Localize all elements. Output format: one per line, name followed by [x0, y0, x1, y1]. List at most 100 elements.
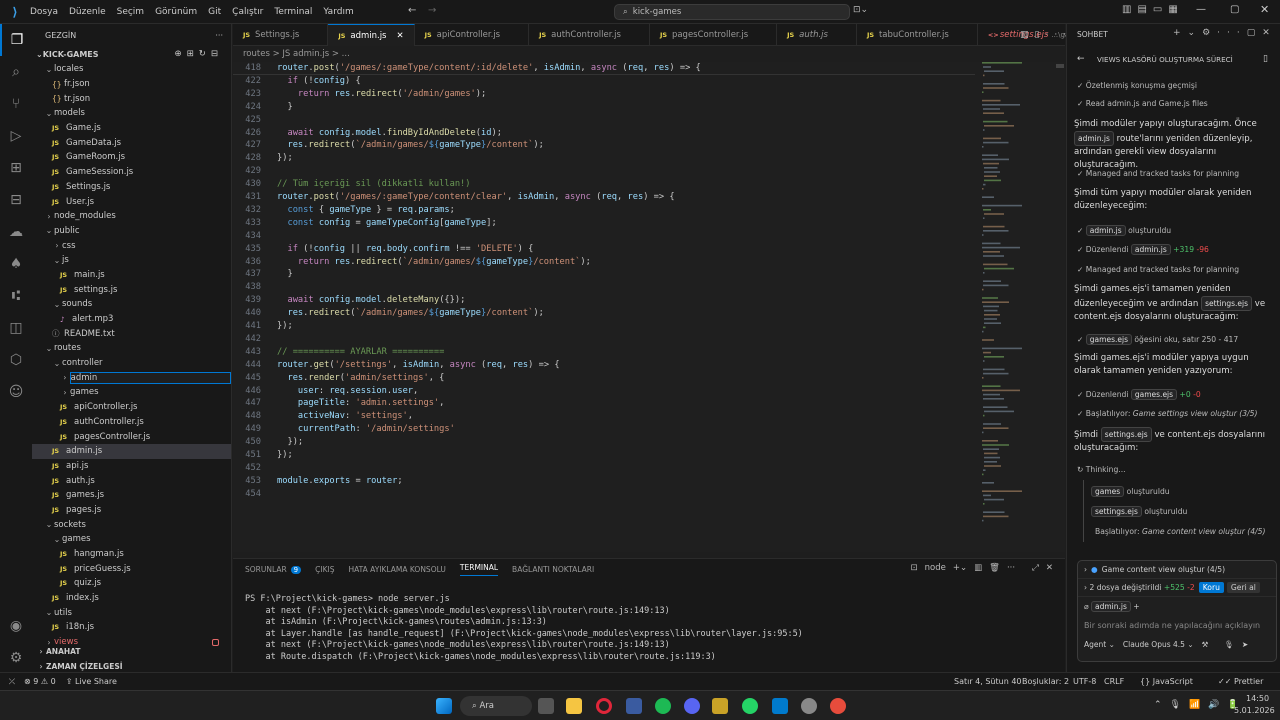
tree-item[interactable]: JS priceGuess.js [32, 561, 231, 576]
tree-item[interactable]: ⌄ js [32, 253, 231, 268]
chat-header-actions[interactable]: +⌄⚙···▢✕ [1173, 28, 1277, 38]
panel-tab-1[interactable]: ÇIKIŞ [315, 565, 334, 574]
tree-item[interactable]: ⌄ routes [32, 341, 231, 356]
model-select[interactable]: Claude Opus 4.5 ⌄ [1123, 640, 1194, 649]
menu-item-6[interactable]: Terminal [274, 7, 312, 17]
tab-3[interactable]: JS authController.js [529, 24, 650, 46]
rename-input[interactable]: admin [69, 371, 231, 384]
chatgpt-icon[interactable] [801, 698, 817, 714]
tree-item[interactable]: ⓘ README.txt [32, 326, 231, 341]
indent-status[interactable]: Boşluklar: 2 [1022, 677, 1069, 686]
menu-item-7[interactable]: Yardım [323, 7, 353, 17]
app-icon[interactable] [626, 698, 642, 714]
command-search-input[interactable]: ⌕ kick-games [614, 4, 850, 20]
code-line[interactable]: } [277, 102, 292, 112]
run-debug-icon[interactable]: ▷ [0, 120, 32, 152]
containers-icon[interactable]: ◫ [0, 312, 32, 344]
code-line[interactable]: await config.model.deleteMany({}); [277, 295, 465, 305]
tree-item[interactable]: JS index.js [32, 591, 231, 606]
tray-icons[interactable]: ⌃🎙📶🔊🔋 [1154, 700, 1247, 710]
tree-item[interactable]: JS GameData.js [32, 135, 231, 150]
panel-tab-2[interactable]: HATA AYIKLAMA KONSOLU [348, 565, 445, 574]
tree-item[interactable]: JS Game.js [32, 121, 231, 136]
spotify-icon[interactable] [655, 698, 671, 714]
taskbar-search[interactable]: ⌕ Ara [460, 696, 532, 716]
new-terminal-icon[interactable]: +⌄ [953, 563, 967, 573]
more-actions-icon[interactable]: ··· [215, 31, 223, 40]
send-icon[interactable]: ➤ [1242, 640, 1248, 649]
cursor-position[interactable]: Satır 4, Sütun 40 [954, 677, 1022, 686]
search-activity-icon[interactable]: ⌕ [0, 56, 32, 88]
tree-item[interactable]: {} tr.json [32, 91, 231, 106]
windows-start-icon[interactable] [436, 698, 452, 714]
code-line[interactable]: return res.redirect(`/admin/games/${game… [277, 257, 591, 267]
more-icon[interactable]: ··· [1007, 563, 1015, 573]
attach-icon[interactable]: ⌀ [1084, 602, 1089, 611]
tab-2[interactable]: JS apiController.js [415, 24, 530, 46]
encoding-status[interactable]: UTF-8 [1073, 677, 1096, 686]
file-explorer-icon[interactable] [566, 698, 582, 714]
close-tab-icon[interactable]: ✕ [396, 31, 403, 41]
maximize-panel-icon[interactable]: ⤢ [1032, 563, 1039, 573]
tree-item[interactable]: JS i18n.js [32, 620, 231, 635]
back-arrow-icon[interactable]: ← [408, 5, 416, 16]
vscode-taskbar-icon[interactable] [772, 698, 788, 714]
live-share-button[interactable]: ⇪ Live Share [66, 677, 117, 686]
tree-item[interactable]: ⌄ sounds [32, 297, 231, 312]
database-icon[interactable]: ⬡ [0, 344, 32, 376]
opera-icon[interactable] [596, 698, 612, 714]
maximize-button[interactable]: ▢ [1230, 4, 1239, 15]
recorder-icon[interactable] [830, 698, 846, 714]
tree-item[interactable]: JS api.js [32, 459, 231, 474]
tree-item[interactable]: › games [32, 385, 231, 400]
file-chip[interactable]: games.ejs [1130, 389, 1178, 400]
code-line[interactable]: res.redirect(`/admin/games/${gameType}/c… [277, 140, 543, 150]
tree-item[interactable]: › admin [32, 370, 231, 385]
tree-item[interactable]: JS GameRoom.js [32, 150, 231, 165]
code-line[interactable]: router.post('/games/:gameType/content/:i… [277, 63, 701, 73]
close-button[interactable]: ✕ [1260, 3, 1269, 16]
editor-scrollbar[interactable] [1056, 62, 1064, 552]
panel-tab-0[interactable]: SORUNLAR 9 [245, 565, 302, 574]
accounts-sync-icon[interactable]: ☁ [0, 216, 32, 248]
tree-item[interactable]: JS hangman.js [32, 547, 231, 562]
code-line[interactable]: const { gameType } = req.params; [277, 205, 454, 215]
kill-terminal-icon[interactable]: 🗑 [989, 563, 1000, 573]
split-terminal-icon[interactable]: ▥ [974, 563, 982, 573]
code-line[interactable]: res.redirect(`/admin/games/${gameType}/c… [277, 308, 543, 318]
tree-item[interactable]: JS auth.js [32, 473, 231, 488]
project-root[interactable]: ⌄KICK-GAMES [36, 50, 99, 59]
undo-button[interactable]: Geri al [1226, 582, 1260, 593]
chat-input[interactable]: Bir sonraki adımda ne yapılacağını açıkl… [1078, 615, 1276, 635]
tree-item[interactable]: JS main.js [32, 268, 231, 283]
code-line[interactable]: return res.redirect('/admin/games'); [277, 89, 486, 99]
eol-status[interactable]: CRLF [1104, 677, 1124, 686]
chat-sidebar-icon[interactable]: ▯ [1263, 54, 1268, 64]
discord-icon[interactable] [684, 698, 700, 714]
menu-item-3[interactable]: Görünüm [155, 7, 197, 17]
code-line[interactable]: }); [277, 450, 293, 460]
code-line[interactable]: pageTitle: 'admin.settings', [277, 398, 444, 408]
menu-item-4[interactable]: Git [208, 7, 221, 17]
tree-item[interactable]: ⌄ sockets [32, 517, 231, 532]
code-line[interactable]: activeNav: 'settings', [277, 411, 413, 421]
tree-item[interactable]: JS admin.js [32, 443, 231, 459]
task-row[interactable]: › ● Game content view oluştur (4/5) [1078, 561, 1276, 579]
changed-files-row[interactable]: › 2 dosya değiştirildi +525 -2 Koru Geri… [1078, 579, 1276, 597]
tree-item[interactable]: JS quiz.js [32, 576, 231, 591]
tree-item[interactable]: JS pagesController.js [32, 429, 231, 444]
tree-item[interactable]: › css [32, 238, 231, 253]
tree-item[interactable]: JS settings.js [32, 282, 231, 297]
explorer-icon[interactable]: ❐ [0, 24, 32, 56]
task-view-icon[interactable] [538, 698, 554, 714]
add-context-icon[interactable]: + [1133, 602, 1139, 611]
code-line[interactable]: if (!config || req.body.confirm !== 'DEL… [277, 244, 533, 254]
tree-item[interactable]: JS authController.js [32, 415, 231, 430]
git-graph-icon[interactable]: ⑆ [0, 280, 32, 312]
code-line[interactable]: if (!config) { [277, 76, 360, 86]
tree-item[interactable]: ♪ alert.mp3 [32, 312, 231, 327]
account-icon[interactable]: ◉ [0, 610, 32, 642]
file-chip[interactable]: games.ejs [1085, 334, 1132, 345]
tree-item[interactable]: ⌄ locales [32, 62, 231, 77]
copilot-icon[interactable]: ⊡⌄ [853, 5, 868, 15]
